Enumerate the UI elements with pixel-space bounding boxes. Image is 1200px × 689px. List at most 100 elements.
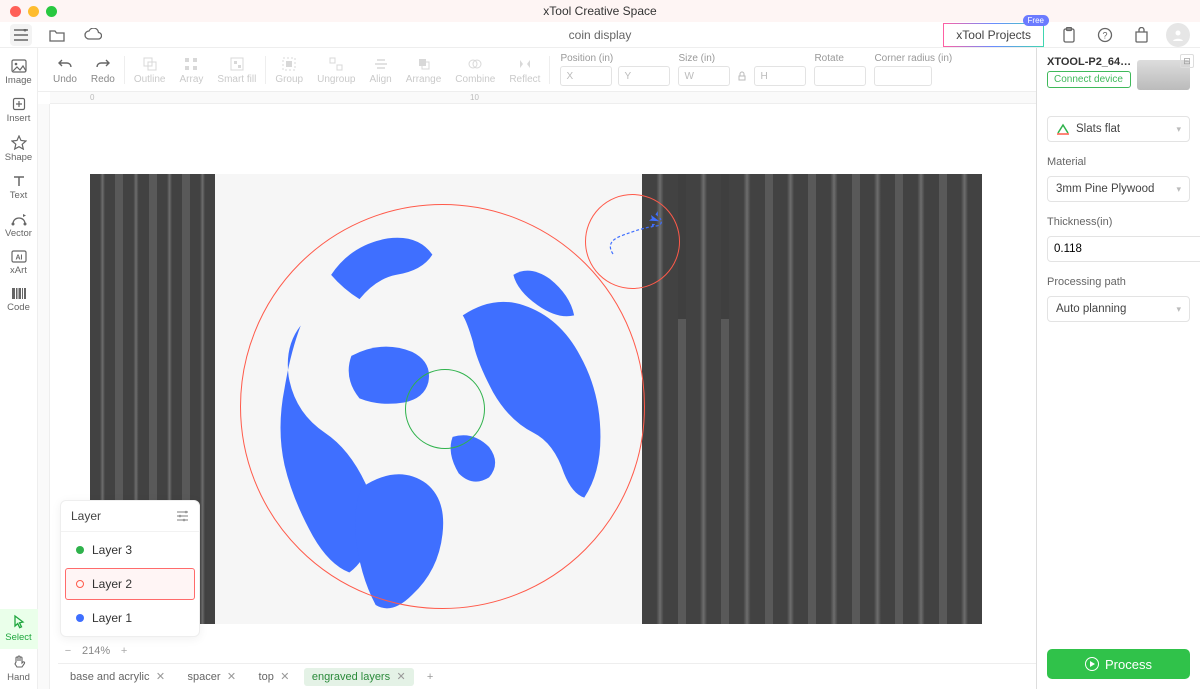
reflect-button[interactable]: Reflect: [502, 55, 547, 85]
size-group: Size (in) W H: [678, 53, 806, 86]
store-icon[interactable]: [1130, 24, 1152, 46]
left-toolbar: Image Insert Shape Text Vector AI xArt C…: [0, 48, 38, 689]
traffic-minimize-icon[interactable]: [28, 6, 39, 17]
undo-button[interactable]: Undo: [46, 55, 84, 85]
main-toolbar: Undo Redo Outline Array Smart fill Group…: [38, 48, 1036, 92]
folder-icon[interactable]: [46, 24, 68, 46]
xtool-projects-button[interactable]: xTool Projects Free: [943, 23, 1044, 47]
traffic-zoom-icon[interactable]: [46, 6, 57, 17]
size-w-input[interactable]: W: [678, 66, 730, 86]
ruler-horizontal: 0 10: [50, 92, 1036, 104]
vector-tool[interactable]: Vector: [0, 207, 38, 245]
layer-color-icon: [76, 580, 84, 588]
ungroup-button[interactable]: Ungroup: [310, 55, 362, 85]
slats-select[interactable]: Slats flat ▾: [1047, 116, 1190, 142]
tab-label: engraved layers: [312, 671, 390, 683]
insert-tool[interactable]: Insert: [0, 92, 38, 130]
layer-row[interactable]: Layer 2: [65, 568, 195, 600]
zoom-value: 214%: [82, 645, 110, 657]
panel-collapse-icon[interactable]: ⊟: [1180, 54, 1194, 68]
help-icon[interactable]: ?: [1094, 24, 1116, 46]
layers-settings-icon[interactable]: [176, 510, 189, 522]
zoom-out-button[interactable]: −: [60, 643, 76, 659]
rotate-group: Rotate: [814, 53, 866, 86]
traffic-close-icon[interactable]: [10, 6, 21, 17]
close-icon[interactable]: ✕: [280, 672, 290, 682]
thickness-input[interactable]: [1047, 236, 1200, 262]
canvas-area[interactable]: 0 10: [38, 92, 1036, 689]
combine-button[interactable]: Combine: [448, 55, 502, 85]
processing-path-label: Processing path: [1047, 276, 1190, 288]
array-button[interactable]: Array: [173, 55, 211, 85]
align-button[interactable]: Align: [362, 55, 398, 85]
layers-title: Layer: [71, 509, 101, 523]
rotate-input[interactable]: [814, 66, 866, 86]
layer-label: Layer 2: [92, 577, 132, 591]
shape-tool[interactable]: Shape: [0, 130, 38, 169]
layer-row[interactable]: Layer 3: [65, 534, 195, 566]
file-name[interactable]: coin display: [569, 28, 632, 42]
airplane-path[interactable]: [603, 209, 673, 264]
material-select[interactable]: 3mm Pine Plywood ▾: [1047, 176, 1190, 202]
svg-text:?: ?: [1102, 30, 1107, 40]
image-tool[interactable]: Image: [0, 54, 38, 92]
close-icon[interactable]: ✕: [227, 672, 237, 682]
hand-tool[interactable]: Hand: [0, 649, 38, 689]
layer-color-icon: [76, 546, 84, 554]
smartfill-button[interactable]: Smart fill: [210, 55, 263, 85]
clipboard-icon[interactable]: [1058, 24, 1080, 46]
layer-row[interactable]: Layer 1: [65, 602, 195, 634]
add-tab-button[interactable]: +: [420, 668, 440, 686]
close-icon[interactable]: ✕: [156, 672, 166, 682]
right-panel: ⊟ XTOOL-P2_64… Connect device Slats flat…: [1036, 48, 1200, 689]
green-circle[interactable]: [405, 369, 485, 449]
arrange-button[interactable]: Arrange: [399, 55, 449, 85]
close-icon[interactable]: ✕: [396, 672, 406, 682]
group-button[interactable]: Group: [268, 55, 310, 85]
material-label: Material: [1047, 156, 1190, 168]
position-group: Position (in) X Y: [560, 53, 670, 86]
tab-label: base and acrylic: [70, 671, 150, 683]
size-h-input[interactable]: H: [754, 66, 806, 86]
zoom-control: − 214% +: [60, 643, 132, 659]
position-x-input[interactable]: X: [560, 66, 612, 86]
layer-label: Layer 1: [92, 611, 132, 625]
process-button[interactable]: Process: [1047, 649, 1190, 679]
select-tool[interactable]: Select: [0, 609, 38, 649]
slats-icon: [1056, 123, 1070, 135]
corner-input[interactable]: [874, 66, 932, 86]
outline-button[interactable]: Outline: [127, 55, 173, 85]
mac-titlebar: xTool Creative Space: [0, 0, 1200, 22]
canvas-tab[interactable]: engraved layers ✕: [304, 668, 414, 686]
connect-device-button[interactable]: Connect device: [1047, 71, 1131, 88]
zoom-in-button[interactable]: +: [116, 643, 132, 659]
play-icon: [1085, 657, 1099, 671]
layer-color-icon: [76, 614, 84, 622]
bottom-tabs: base and acrylic✕spacer✕top✕engraved lay…: [58, 663, 1036, 689]
window-title: xTool Creative Space: [543, 4, 656, 18]
projects-label: xTool Projects: [956, 28, 1031, 42]
layer-label: Layer 3: [92, 543, 132, 557]
user-avatar-icon[interactable]: [1166, 23, 1190, 47]
chevron-down-icon: ▾: [1176, 124, 1181, 135]
cloud-icon[interactable]: [82, 24, 104, 46]
tab-label: top: [259, 671, 274, 683]
canvas-tab[interactable]: top ✕: [251, 668, 298, 686]
processing-path-select[interactable]: Auto planning ▾: [1047, 296, 1190, 322]
xart-tool[interactable]: AI xArt: [0, 245, 38, 282]
text-tool[interactable]: Text: [0, 169, 38, 207]
chevron-down-icon: ▾: [1176, 184, 1181, 195]
chevron-down-icon: ▾: [1176, 304, 1181, 315]
code-tool[interactable]: Code: [0, 282, 38, 319]
redo-button[interactable]: Redo: [84, 55, 122, 85]
canvas-tab[interactable]: spacer ✕: [180, 668, 245, 686]
hamburger-icon[interactable]: [10, 24, 32, 46]
layers-panel: Layer Layer 3 Layer 2 Layer 1: [60, 500, 200, 637]
device-name: XTOOL-P2_64…: [1047, 56, 1131, 68]
position-y-input[interactable]: Y: [618, 66, 670, 86]
thickness-label: Thickness(in): [1047, 216, 1190, 228]
tab-label: spacer: [188, 671, 221, 683]
app-menubar: coin display xTool Projects Free ?: [0, 22, 1200, 48]
lock-aspect-icon[interactable]: [736, 70, 748, 82]
canvas-tab[interactable]: base and acrylic ✕: [62, 668, 174, 686]
